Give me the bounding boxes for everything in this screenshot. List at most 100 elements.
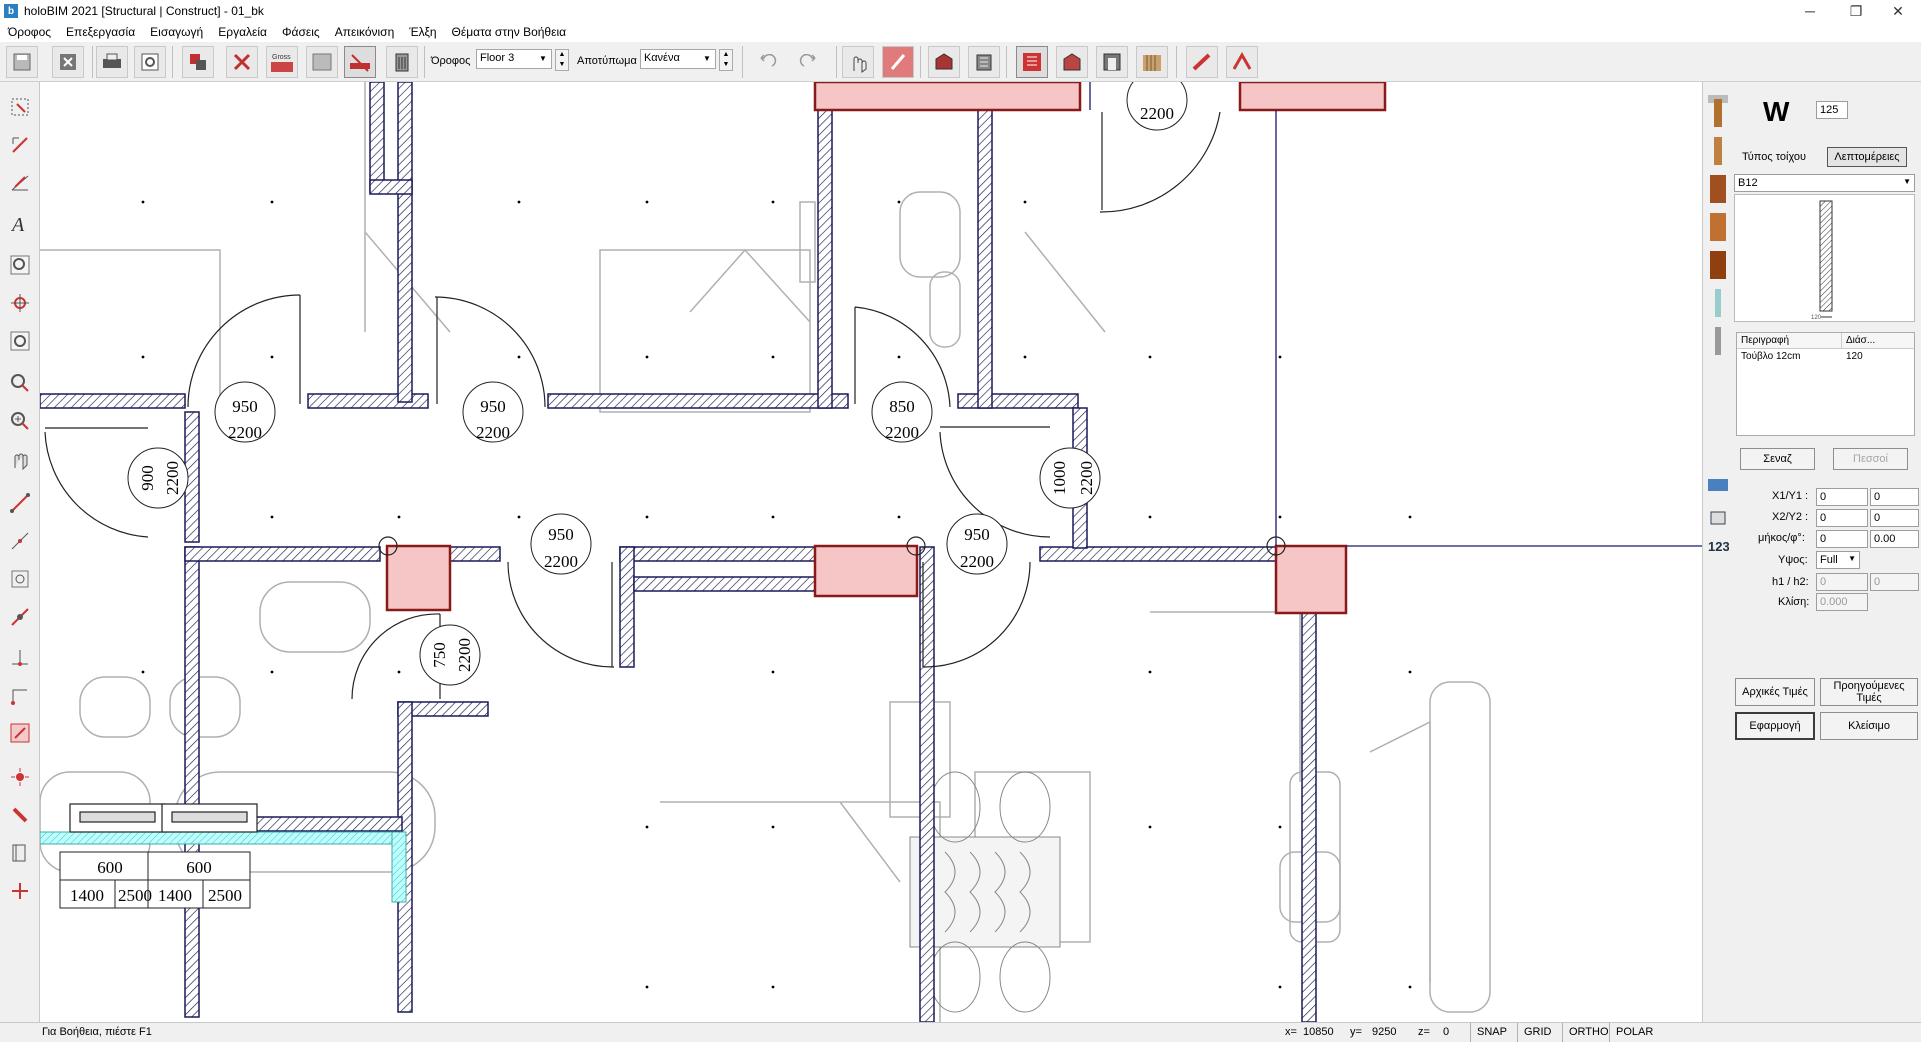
frame-icon[interactable] — [306, 46, 338, 78]
move-icon[interactable] — [5, 876, 35, 906]
3d-view-icon[interactable] — [928, 46, 960, 78]
footprint-select[interactable]: Κανένα ▼ — [640, 49, 716, 69]
polar-toggle[interactable]: POLAR — [1609, 1023, 1659, 1042]
book-icon[interactable] — [5, 838, 35, 868]
roof-icon[interactable] — [1226, 46, 1258, 78]
wall-tool-icon[interactable] — [344, 46, 376, 78]
room-icon[interactable] — [1096, 46, 1128, 78]
select-area-icon[interactable] — [5, 92, 35, 122]
wall-thickness-input[interactable]: 125 — [1816, 101, 1848, 119]
preset-wall-2-icon[interactable] — [1706, 134, 1730, 168]
x1-input[interactable]: 0 — [1816, 488, 1868, 506]
y2-input[interactable]: 0 — [1870, 509, 1919, 527]
angle-input[interactable]: 0.00 — [1870, 530, 1919, 548]
measure-icon[interactable] — [5, 130, 35, 160]
save-icon[interactable] — [6, 46, 38, 78]
snap-toggle[interactable]: SNAP — [1470, 1023, 1513, 1042]
numbering-icon[interactable]: 123 — [1706, 528, 1730, 562]
zoom-out-icon[interactable] — [5, 368, 35, 398]
menu-help[interactable]: Θέματα στην Βοήθεια — [444, 25, 574, 39]
pen-icon[interactable] — [882, 46, 914, 78]
grid-toggle[interactable]: GRID — [1517, 1023, 1558, 1042]
zoom-in-icon[interactable] — [5, 406, 35, 436]
close-file-icon[interactable] — [52, 46, 84, 78]
close-button[interactable]: Κλείσιμο — [1820, 712, 1918, 740]
axis-lines — [1089, 82, 1702, 547]
dimension-icon[interactable] — [5, 168, 35, 198]
wall-type-select[interactable]: B12 ▼ — [1734, 174, 1915, 192]
table-header[interactable]: Διάσ... — [1842, 333, 1879, 348]
select-hand-icon[interactable] — [842, 46, 874, 78]
length-input[interactable]: 0 — [1816, 530, 1868, 548]
previous-values-button[interactable]: Προηγούμενες Τιμές — [1820, 678, 1918, 706]
print-icon[interactable] — [96, 46, 128, 78]
preset-wall-1-icon[interactable] — [1706, 96, 1730, 130]
layer-table[interactable]: Περιγραφή Διάσ... Τούβλο 12cm 120 — [1736, 332, 1915, 436]
slope-input[interactable]: 0.000 — [1816, 593, 1868, 611]
undo-icon[interactable] — [752, 46, 784, 78]
section-icon[interactable] — [1056, 46, 1088, 78]
initial-values-button[interactable]: Αρχικές Τιμές — [1735, 678, 1815, 706]
perpendicular-icon[interactable] — [5, 642, 35, 672]
text-icon[interactable]: A — [5, 208, 35, 238]
layers-icon[interactable] — [182, 46, 214, 78]
pan-center-icon[interactable] — [5, 288, 35, 318]
elevation-icon[interactable] — [968, 46, 1000, 78]
railing-icon[interactable] — [1136, 46, 1168, 78]
y1-input[interactable]: 0 — [1870, 488, 1919, 506]
senaz-button[interactable]: Σεναζ — [1740, 448, 1815, 470]
corner-icon[interactable] — [5, 680, 35, 710]
menu-phases[interactable]: Φάσεις — [274, 25, 327, 39]
line-icon[interactable] — [5, 488, 35, 518]
light-icon[interactable] — [5, 762, 35, 792]
h1-input[interactable]: 0 — [1816, 573, 1868, 591]
table-icon[interactable] — [1016, 46, 1048, 78]
x2-input[interactable]: 0 — [1816, 509, 1868, 527]
arc-icon[interactable] — [5, 602, 35, 632]
footprint-spinner[interactable]: ▲ ▼ — [719, 49, 733, 71]
help-hint: Για Βοήθεια, πιέστε F1 — [42, 1026, 152, 1038]
dim-width: 750 — [430, 642, 449, 668]
building-icon[interactable] — [386, 46, 418, 78]
floor-select[interactable]: Floor 3 ▼ — [476, 49, 552, 69]
magnet-icon[interactable] — [5, 800, 35, 830]
preset-wall-4-icon[interactable] — [1706, 210, 1730, 244]
redo-icon[interactable] — [792, 46, 824, 78]
circle-icon[interactable] — [5, 564, 35, 594]
erase-icon[interactable] — [5, 718, 35, 748]
wall-layers-icon[interactable] — [1706, 468, 1730, 502]
minimize-button[interactable]: ─ — [1787, 0, 1833, 22]
maximize-button[interactable]: ❐ — [1833, 0, 1879, 22]
preset-wall-5-icon[interactable] — [1706, 248, 1730, 282]
details-button[interactable]: Λεπτομέρειες — [1827, 147, 1907, 167]
zoom-extents-icon[interactable] — [5, 326, 35, 356]
table-header[interactable]: Περιγραφή — [1737, 333, 1842, 348]
gross-concrete-icon[interactable]: Gross — [266, 46, 298, 78]
wall-type-letter: W — [1763, 96, 1790, 127]
svg-text:A: A — [10, 214, 25, 234]
pessoi-button[interactable]: Πεσσοί — [1833, 448, 1908, 470]
menu-edit[interactable]: Επεξεργασία — [58, 25, 142, 39]
menu-snap[interactable]: Έλξη — [401, 25, 443, 39]
menu-tools[interactable]: Εργαλεία — [210, 25, 274, 39]
apply-button[interactable]: Εφαρμογή — [1735, 712, 1815, 740]
menu-insert[interactable]: Εισαγωγή — [142, 25, 210, 39]
preset-wall-3-icon[interactable] — [1706, 172, 1730, 206]
menu-floor[interactable]: Όροφος — [0, 25, 58, 39]
stair-icon[interactable] — [1186, 46, 1218, 78]
menu-view[interactable]: Απεικόνιση — [327, 25, 402, 39]
floor-spinner[interactable]: ▲ ▼ — [555, 49, 569, 71]
pan-hand-icon[interactable] — [5, 444, 35, 474]
zoom-window-icon[interactable] — [5, 250, 35, 280]
preset-wall-7-icon[interactable] — [1706, 324, 1730, 358]
h2-input[interactable]: 0 — [1870, 573, 1919, 591]
drawing-canvas[interactable]: 950 2200 950 2200 850 2200 950 2200 950 … — [40, 82, 1702, 1022]
table-row[interactable]: Τούβλο 12cm 120 — [1737, 349, 1914, 365]
close-window-button[interactable]: ✕ — [1875, 0, 1921, 22]
height-select[interactable]: Full ▼ — [1816, 551, 1860, 569]
ortho-toggle[interactable]: ORTHO — [1562, 1023, 1615, 1042]
cut-icon[interactable] — [226, 46, 258, 78]
polyline-icon[interactable] — [5, 526, 35, 556]
print-preview-icon[interactable] — [134, 46, 166, 78]
preset-wall-6-icon[interactable] — [1706, 286, 1730, 320]
